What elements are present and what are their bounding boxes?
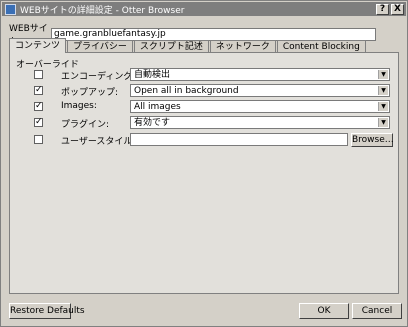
- popups-override-checkbox[interactable]: ✓: [34, 86, 43, 95]
- stylesheet-path-input[interactable]: [130, 133, 348, 146]
- checkmark-icon: ✓: [35, 117, 43, 127]
- stylesheet-row: ユーザースタイルシート: Browse…: [10, 133, 400, 147]
- encoding-override-checkbox[interactable]: [34, 70, 43, 79]
- popups-value: Open all in background: [134, 86, 239, 96]
- close-button[interactable]: X: [391, 3, 404, 15]
- tab-content[interactable]: コンテンツ: [9, 38, 67, 53]
- help-button[interactable]: ?: [376, 3, 389, 15]
- checkmark-icon: ✓: [35, 85, 43, 95]
- popups-select[interactable]: Open all in background ▼: [130, 84, 390, 97]
- images-value: All images: [134, 102, 181, 112]
- cancel-button[interactable]: Cancel: [352, 303, 402, 319]
- plugins-value: 有効です: [134, 118, 171, 128]
- browse-button[interactable]: Browse…: [351, 133, 394, 147]
- images-row: ✓ Images: All images ▼: [10, 100, 400, 114]
- chevron-down-icon: ▼: [378, 102, 388, 111]
- title-bar: WEBサイトの詳細設定 - Otter Browser ? X: [2, 2, 406, 16]
- checkmark-icon: ✓: [35, 101, 43, 111]
- plugins-override-checkbox[interactable]: ✓: [34, 118, 43, 127]
- dialog-window: WEBサイトの詳細設定 - Otter Browser ? X WEBサイト: …: [0, 0, 408, 327]
- encoding-select[interactable]: 自動検出 ▼: [130, 68, 390, 81]
- content-panel: オーバーライド エンコーディング: 自動検出 ▼ ✓ ポップアップ: Open …: [9, 52, 399, 294]
- encoding-row: エンコーディング: 自動検出 ▼: [10, 68, 400, 82]
- restore-defaults-button[interactable]: Restore Defaults: [9, 303, 85, 319]
- stylesheet-override-checkbox[interactable]: [34, 135, 43, 144]
- chevron-down-icon: ▼: [378, 118, 388, 127]
- plugins-label: プラグイン:: [61, 120, 110, 130]
- window-title: WEBサイトの詳細設定 - Otter Browser: [20, 5, 185, 16]
- ok-button[interactable]: OK: [299, 303, 349, 319]
- popups-label: ポップアップ:: [61, 88, 119, 98]
- chevron-down-icon: ▼: [378, 70, 388, 79]
- images-override-checkbox[interactable]: ✓: [34, 102, 43, 111]
- tab-bar: コンテンツ プライバシー スクリプト記述 ネットワーク Content Bloc…: [9, 38, 367, 53]
- images-label: Images:: [61, 101, 97, 111]
- encoding-value: 自動検出: [134, 70, 171, 80]
- plugins-select[interactable]: 有効です ▼: [130, 116, 390, 129]
- popups-row: ✓ ポップアップ: Open all in background ▼: [10, 84, 400, 98]
- images-select[interactable]: All images ▼: [130, 100, 390, 113]
- otter-browser-icon: [5, 3, 16, 15]
- plugins-row: ✓ プラグイン: 有効です ▼: [10, 116, 400, 130]
- chevron-down-icon: ▼: [378, 86, 388, 95]
- encoding-label: エンコーディング:: [61, 72, 136, 82]
